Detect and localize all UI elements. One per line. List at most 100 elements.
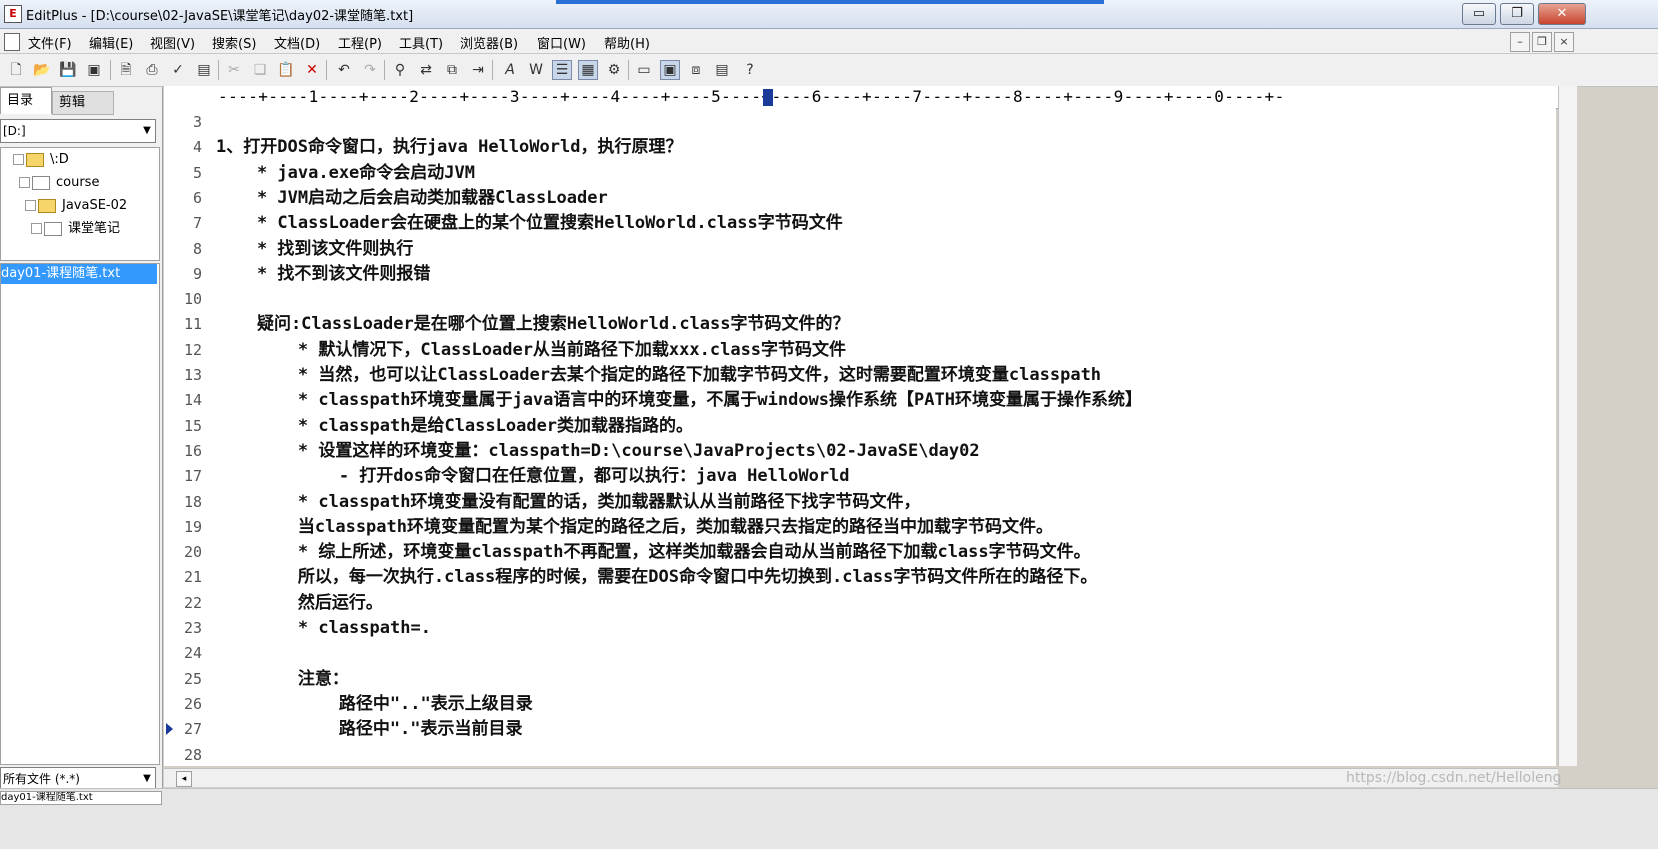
editor-line[interactable]: * JVM启动之后会启动类加载器ClassLoader xyxy=(216,186,608,210)
menu-browser[interactable]: 浏览器(B) xyxy=(460,33,518,52)
tree-node[interactable]: 课堂笔记 xyxy=(31,219,120,239)
find-in-files-icon[interactable]: ⧉ xyxy=(442,60,462,80)
font-icon[interactable]: A xyxy=(500,60,520,80)
document-icon[interactable]: ▤ xyxy=(194,60,214,80)
title-highlight-bar xyxy=(556,0,1104,4)
directory-icon[interactable]: ▤ xyxy=(712,60,732,80)
close-button[interactable]: ✕ xyxy=(1538,3,1586,25)
mdi-close-button[interactable]: × xyxy=(1554,32,1574,52)
menu-bar: 文件(F) 编辑(E) 视图(V) 搜索(S) 文档(D) 工程(P) 工具(T… xyxy=(0,29,1658,54)
drive-select[interactable]: [D:] ▼ xyxy=(0,119,156,143)
editor-line[interactable]: * ClassLoader会在硬盘上的某个位置搜索HelloWorld.clas… xyxy=(216,211,843,235)
print-icon[interactable]: ⎙ xyxy=(142,60,162,80)
toolbar-separator xyxy=(218,60,219,80)
editor-line[interactable]: 1、打开DOS命令窗口，执行java HelloWorld，执行原理？ xyxy=(216,135,682,159)
ruler-icon[interactable]: ▦ xyxy=(578,60,598,80)
editor-line[interactable]: * 默认情况下，ClassLoader从当前路径下加载xxx.class字节码文… xyxy=(216,338,846,362)
line-number: 27 xyxy=(183,720,202,739)
editor-line[interactable]: 所以，每一次执行.class程序的时候，需要在DOS命令窗口中先切换到.clas… xyxy=(216,565,1098,589)
line-number: 15 xyxy=(183,416,202,435)
file-filter-value: 所有文件 (*.*) xyxy=(3,772,80,786)
file-list: day01-课程随笔.txt xyxy=(0,263,160,765)
ruler-cursor xyxy=(763,89,773,106)
help-icon[interactable]: ? xyxy=(740,60,760,80)
tree-node[interactable]: JavaSE-02 xyxy=(25,196,127,216)
open-folder-icon[interactable]: 📂 xyxy=(32,60,52,80)
delete-icon[interactable]: ✕ xyxy=(302,60,322,80)
document-tab[interactable]: day01-课程随笔.txt xyxy=(0,791,162,805)
editor-line[interactable]: * classpath环境变量没有配置的话，类加载器默认从当前路径下找字节码文件… xyxy=(216,490,921,514)
document-icon[interactable] xyxy=(4,33,20,51)
folder-icon xyxy=(38,198,56,213)
menu-document[interactable]: 文档(D) xyxy=(274,33,320,52)
line-number: 25 xyxy=(183,669,202,688)
replace-icon[interactable]: ⇄ xyxy=(416,60,436,80)
menu-file[interactable]: 文件(F) xyxy=(28,33,72,52)
editor-line[interactable]: * classpath是给ClassLoader类加载器指路的。 xyxy=(216,414,693,438)
window-title: EditPlus - [D:\course\02-JavaSE\课堂笔记\day… xyxy=(26,9,414,24)
spellcheck-icon[interactable]: ✓ xyxy=(168,60,188,80)
text-editor[interactable]: 1、打开DOS命令窗口，执行java HelloWorld，执行原理？ * ja… xyxy=(216,108,1556,766)
save-icon[interactable]: 💾 xyxy=(58,60,78,80)
editor-line[interactable]: * classpath环境变量属于java语言中的环境变量，不属于windows… xyxy=(216,388,1142,412)
line-number-icon[interactable]: ☰ xyxy=(552,60,572,80)
maximize-button[interactable]: ❐ xyxy=(1500,3,1534,25)
editor-line[interactable]: * 当然，也可以让ClassLoader去某个指定的路径下加载字节码文件，这时需… xyxy=(216,363,1101,387)
paste-icon[interactable]: 📋 xyxy=(276,60,296,80)
mdi-minimize-button[interactable]: – xyxy=(1510,32,1530,52)
tree-node[interactable]: course xyxy=(19,173,99,193)
menu-view[interactable]: 视图(V) xyxy=(150,33,195,52)
save-all-icon[interactable]: ▣ xyxy=(84,60,104,80)
current-line-marker-icon xyxy=(166,723,173,736)
tools-icon[interactable]: ⚙ xyxy=(604,60,624,80)
cliptext-icon[interactable]: ⧈ xyxy=(686,60,706,80)
line-number: 8 xyxy=(192,239,202,258)
menu-project[interactable]: 工程(P) xyxy=(338,33,382,52)
minimize-button[interactable]: ▭ xyxy=(1462,3,1496,25)
menu-window[interactable]: 窗口(W) xyxy=(537,33,586,52)
editor-line[interactable]: * classpath=. xyxy=(216,616,431,640)
new-file-icon[interactable]: 🗋 xyxy=(6,60,26,80)
drive-select-value: [D:] xyxy=(3,124,26,138)
scroll-left-button[interactable]: ◂ xyxy=(176,771,192,787)
editor-line[interactable]: 然后运行。 xyxy=(216,591,383,615)
folder-tree: \:D course JavaSE-02 课堂笔记 xyxy=(0,147,160,261)
menu-help[interactable]: 帮助(H) xyxy=(604,33,650,52)
find-icon[interactable]: ⚲ xyxy=(390,60,410,80)
menu-tools[interactable]: 工具(T) xyxy=(399,33,443,52)
word-wrap-icon[interactable]: W xyxy=(526,60,546,80)
file-list-item[interactable]: day01-课程随笔.txt xyxy=(1,264,157,284)
tab-directory[interactable]: 目录 xyxy=(0,87,52,114)
menu-search[interactable]: 搜索(S) xyxy=(212,33,256,52)
redo-icon[interactable]: ↷ xyxy=(360,60,380,80)
vertical-scrollbar[interactable] xyxy=(1558,86,1577,766)
undo-icon[interactable]: ↶ xyxy=(334,60,354,80)
line-number-gutter: 3 4 5 6 7 8 9 10 11 12 13 14 15 16 17 18 19 20 21 22 23 24 25 2… xyxy=(164,108,216,766)
line-number: 16 xyxy=(183,441,202,460)
editor-line[interactable]: 注意： xyxy=(216,667,349,691)
editor-line[interactable]: 当classpath环境变量配置为某个指定的路径之后，类加载器只去指定的路径当中… xyxy=(216,515,1053,539)
line-number: 21 xyxy=(183,568,202,587)
mdi-restore-button[interactable]: ❐ xyxy=(1532,32,1552,52)
editplus-app-icon[interactable]: E xyxy=(4,5,22,23)
menu-edit[interactable]: 编辑(E) xyxy=(89,33,133,52)
tree-node[interactable]: \:D xyxy=(13,150,69,170)
copy-icon[interactable]: ❏ xyxy=(250,60,270,80)
tab-cliptext[interactable]: 剪辑 xyxy=(52,91,114,115)
editor-line[interactable]: 路径中"."表示当前目录 xyxy=(216,717,523,741)
chevron-down-icon[interactable]: ▼ xyxy=(139,120,155,142)
editor-line[interactable]: * java.exe命令会启动JVM xyxy=(216,161,475,185)
editor-line[interactable]: * 找不到该文件则报错 xyxy=(216,262,430,286)
editor-line[interactable]: - 打开dos命令窗口在任意位置，都可以执行：java HelloWorld xyxy=(216,464,850,488)
editor-line[interactable]: 路径中".."表示上级目录 xyxy=(216,692,533,716)
editor-line[interactable]: 疑问:ClassLoader是在哪个位置上搜索HelloWorld.class字… xyxy=(216,312,850,336)
editor-line[interactable]: * 设置这样的环境变量：classpath=D:\course\JavaProj… xyxy=(216,439,980,463)
cut-icon[interactable]: ✂ xyxy=(224,60,244,80)
print-preview-icon[interactable]: 🗎 xyxy=(116,60,136,80)
editor-line[interactable]: * 找到该文件则执行 xyxy=(216,237,413,261)
browser-icon[interactable]: ▣ xyxy=(660,60,680,80)
window-icon[interactable]: ▭ xyxy=(634,60,654,80)
goto-icon[interactable]: ⇥ xyxy=(468,60,488,80)
editor-line[interactable]: * 综上所述，环境变量classpath不再配置，这样类加载器会自动从当前路径下… xyxy=(216,540,1091,564)
chevron-down-icon[interactable]: ▼ xyxy=(139,768,155,790)
